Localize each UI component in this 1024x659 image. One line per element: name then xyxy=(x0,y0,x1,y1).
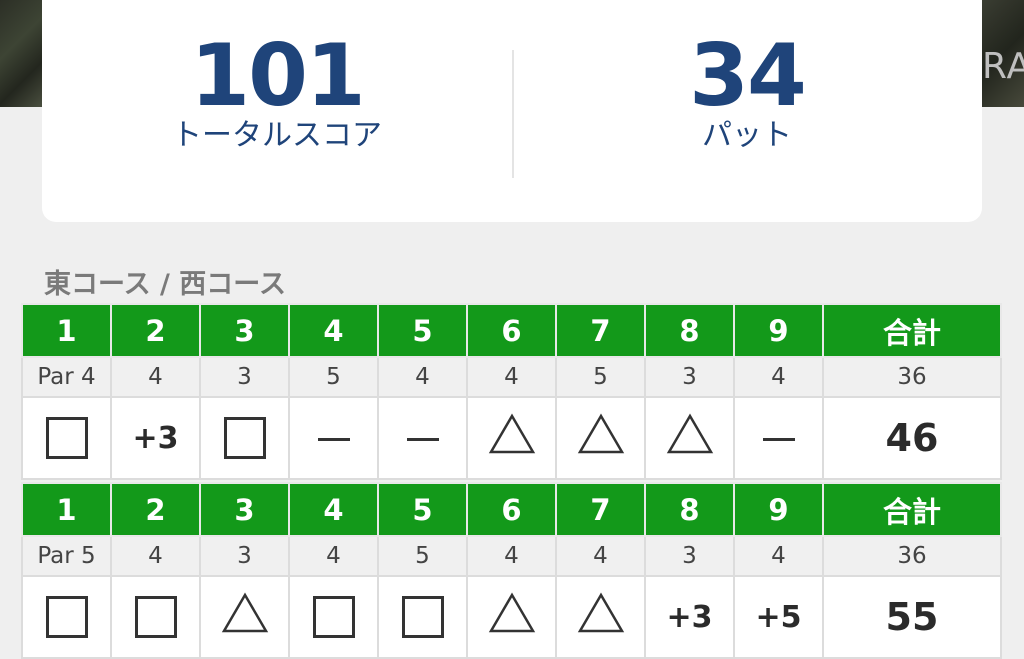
par-total: 36 xyxy=(822,356,1002,398)
hole-result xyxy=(288,575,379,659)
bogey-square-icon xyxy=(45,596,88,638)
par-dash-icon xyxy=(762,437,795,441)
hole-result xyxy=(199,575,290,659)
par-total: 36 xyxy=(822,535,1002,577)
par-value: 4 xyxy=(466,356,557,398)
hole-number: 5 xyxy=(377,482,468,537)
hole-result xyxy=(555,396,646,480)
par-value: Par 5 xyxy=(21,535,112,577)
total-score-value: 101 xyxy=(190,26,366,126)
hole-result xyxy=(466,396,557,480)
hole-number: 9 xyxy=(733,482,824,537)
par-row: Par 5 4 3 4 5 4 4 3 4 36 xyxy=(21,535,1002,577)
result-row: +3 46 xyxy=(21,396,1002,480)
par-value: 4 xyxy=(466,535,557,577)
hole-number-row: 1 2 3 4 5 6 7 8 9 合計 xyxy=(21,482,1002,537)
hole-number: 1 xyxy=(21,482,112,537)
par-row: Par 4 4 3 5 4 4 5 3 4 36 xyxy=(21,356,1002,398)
par-value: 4 xyxy=(288,535,379,577)
par-value: 3 xyxy=(199,356,290,398)
hero-overlay-text: RA xyxy=(982,46,1024,87)
par-value: 5 xyxy=(288,356,379,398)
triangle-icon xyxy=(221,592,269,642)
hole-result xyxy=(21,396,112,480)
hole-result xyxy=(466,575,557,659)
total-header: 合計 xyxy=(822,482,1002,537)
round-total-score: 55 xyxy=(822,575,1002,659)
par-value: 4 xyxy=(110,356,201,398)
total-score-label: トータルスコア xyxy=(172,118,382,153)
hole-result xyxy=(21,575,112,659)
hole-number: 5 xyxy=(377,303,468,358)
hole-number: 8 xyxy=(644,482,735,537)
par-value: 3 xyxy=(199,535,290,577)
hole-number: 2 xyxy=(110,482,201,537)
hero-background-right: RA xyxy=(982,0,1024,107)
bogey-square-icon xyxy=(45,417,88,459)
hole-number-row: 1 2 3 4 5 6 7 8 9 合計 xyxy=(21,303,1002,358)
hole-result: +5 xyxy=(733,575,824,659)
course-title: 東コース / 西コース xyxy=(44,269,286,300)
hole-number: 2 xyxy=(110,303,201,358)
hole-result xyxy=(110,575,201,659)
bogey-square-icon xyxy=(134,596,177,638)
hole-number: 6 xyxy=(466,482,557,537)
par-value: 5 xyxy=(555,356,646,398)
hole-result xyxy=(288,396,379,480)
bogey-square-icon xyxy=(401,596,444,638)
par-value: 4 xyxy=(377,356,468,398)
bogey-square-icon xyxy=(312,596,355,638)
par-value: 4 xyxy=(555,535,646,577)
hole-result: +3 xyxy=(110,396,201,480)
scorecard-round-1: 1 2 3 4 5 6 7 8 9 合計 Par 4 4 3 5 4 4 5 3 4 36 +3 46 xyxy=(21,303,1002,480)
bogey-square-icon xyxy=(223,417,266,459)
hole-result xyxy=(644,396,735,480)
par-value: 3 xyxy=(644,356,735,398)
hole-result xyxy=(199,396,290,480)
triangle-icon xyxy=(577,413,625,463)
putts-label: パット xyxy=(702,118,792,153)
putts-block: 34 パット xyxy=(512,0,982,154)
hole-number: 3 xyxy=(199,482,290,537)
par-dash-icon xyxy=(406,437,439,441)
triangle-icon xyxy=(488,592,536,642)
par-value: 4 xyxy=(110,535,201,577)
par-dash-icon xyxy=(317,437,350,441)
hole-result xyxy=(555,575,646,659)
hole-number: 9 xyxy=(733,303,824,358)
round-total-score: 46 xyxy=(822,396,1002,480)
total-score-block: 101 トータルスコア xyxy=(42,0,512,154)
hole-result xyxy=(733,396,824,480)
hole-result xyxy=(377,575,468,659)
hole-number: 6 xyxy=(466,303,557,358)
triangle-icon xyxy=(577,592,625,642)
scorecard-round-2: 1 2 3 4 5 6 7 8 9 合計 Par 5 4 3 4 5 4 4 3 4 36 +3 +5 55 xyxy=(21,482,1002,659)
hole-result xyxy=(377,396,468,480)
triangle-icon xyxy=(488,413,536,463)
par-value: 4 xyxy=(733,356,824,398)
hole-number: 7 xyxy=(555,482,646,537)
putts-value: 34 xyxy=(689,26,807,126)
hole-number: 3 xyxy=(199,303,290,358)
hero-background-left xyxy=(0,0,42,107)
par-value: Par 4 xyxy=(21,356,112,398)
hole-result: +3 xyxy=(644,575,735,659)
hole-number: 4 xyxy=(288,482,379,537)
hole-number: 7 xyxy=(555,303,646,358)
triangle-icon xyxy=(666,413,714,463)
total-header: 合計 xyxy=(822,303,1002,358)
score-summary-card: 101 トータルスコア 34 パット xyxy=(42,0,982,222)
hole-number: 1 xyxy=(21,303,112,358)
hole-number: 8 xyxy=(644,303,735,358)
par-value: 5 xyxy=(377,535,468,577)
hole-number: 4 xyxy=(288,303,379,358)
par-value: 4 xyxy=(733,535,824,577)
par-value: 3 xyxy=(644,535,735,577)
result-row: +3 +5 55 xyxy=(21,575,1002,659)
